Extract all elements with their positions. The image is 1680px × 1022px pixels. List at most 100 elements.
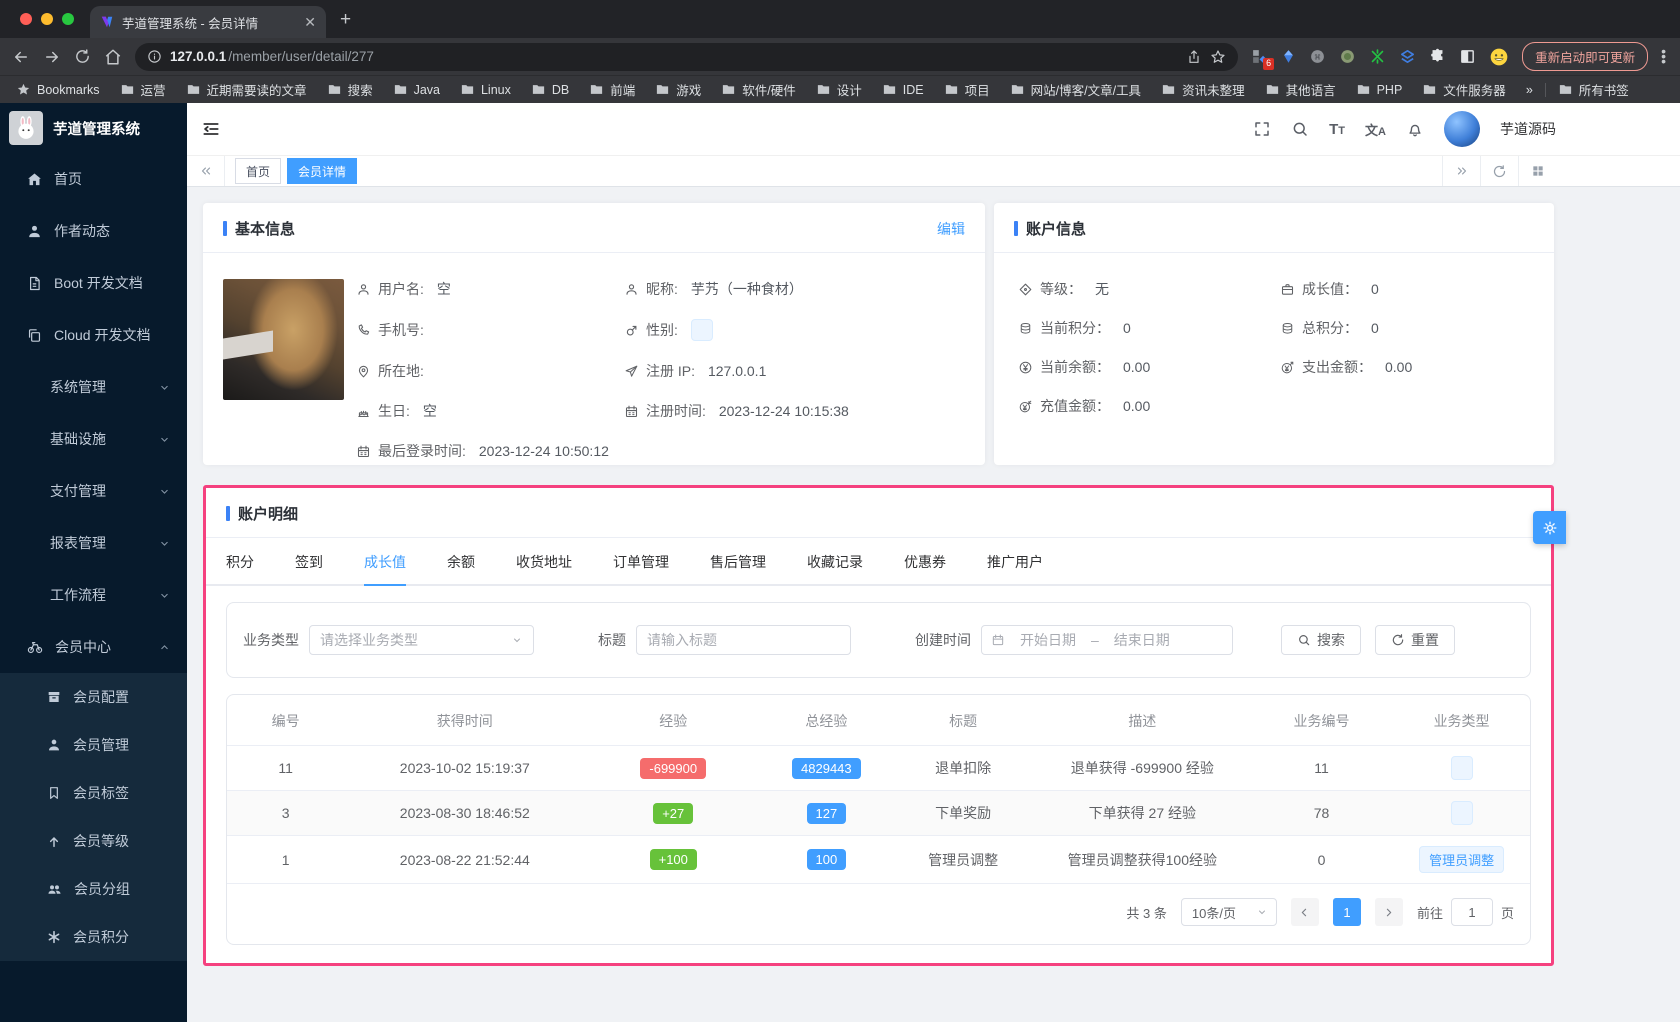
font-size-icon[interactable]: TT xyxy=(1329,121,1345,138)
bookmark-folder[interactable]: PHP xyxy=(1356,82,1402,97)
bookmark-folder[interactable]: 运营 xyxy=(120,80,166,99)
close-window-button[interactable] xyxy=(20,13,32,25)
sidebar-item-member-points[interactable]: 会员积分 xyxy=(0,913,187,961)
sidebar-item-member-config[interactable]: 会员配置 xyxy=(0,673,187,721)
home-icon[interactable] xyxy=(104,48,122,66)
collapse-sidebar-icon[interactable] xyxy=(201,119,221,139)
browser-tab[interactable]: 芋道管理系统 - 会员详情 ✕ xyxy=(90,6,326,38)
extension-puzzle-icon[interactable] xyxy=(1429,48,1446,65)
bookmark-folder[interactable]: Linux xyxy=(460,82,511,97)
app-logo[interactable]: 芋道管理系统 xyxy=(0,103,187,153)
extension-panel-icon[interactable] xyxy=(1459,48,1476,65)
tab-aftersale[interactable]: 售后管理 xyxy=(710,552,766,584)
sidebar-item-home[interactable]: 首页 xyxy=(0,153,187,205)
bookmarks-manager[interactable]: Bookmarks xyxy=(16,82,100,97)
bicycle-icon xyxy=(26,638,44,656)
sidebar-group-system[interactable]: 系统管理 xyxy=(0,361,187,413)
sidebar-group-infra[interactable]: 基础设施 xyxy=(0,413,187,465)
new-tab-button[interactable]: + xyxy=(340,10,351,29)
sidebar-item-cloud-docs[interactable]: Cloud 开发文档 xyxy=(0,309,187,361)
extension-green-dot-icon[interactable] xyxy=(1339,48,1356,65)
reset-button[interactable]: 重置 xyxy=(1375,625,1455,655)
start-date-input[interactable] xyxy=(1011,632,1085,648)
bookmark-folder[interactable]: 文件服务器 xyxy=(1422,80,1506,99)
extension-cmd-icon[interactable]: ⌘ xyxy=(1309,48,1326,65)
bookmark-folder[interactable]: 项目 xyxy=(944,80,990,99)
translate-icon[interactable]: 文A xyxy=(1365,120,1386,139)
sidebar-item-boot-docs[interactable]: Boot 开发文档 xyxy=(0,257,187,309)
extension-grid-icon[interactable]: 6 xyxy=(1251,48,1275,70)
bookmark-folder[interactable]: Java xyxy=(393,82,440,97)
minimize-window-button[interactable] xyxy=(41,13,53,25)
bookmark-folder[interactable]: DB xyxy=(531,82,569,97)
tags-scroll-right-icon[interactable] xyxy=(1442,156,1480,186)
sidebar-group-workflow[interactable]: 工作流程 xyxy=(0,569,187,621)
search-icon[interactable] xyxy=(1291,120,1309,138)
prev-page-icon[interactable] xyxy=(1290,898,1319,926)
tab-address[interactable]: 收货地址 xyxy=(516,552,572,584)
bookmark-folder[interactable]: 资讯未整理 xyxy=(1161,80,1245,99)
current-page-button[interactable]: 1 xyxy=(1332,898,1361,926)
browser-update-button[interactable]: 重新启动即可更新 xyxy=(1522,42,1649,71)
all-bookmarks[interactable]: 所有书签 xyxy=(1558,80,1629,99)
tag-member-detail[interactable]: 会员详情 xyxy=(287,158,358,184)
sidebar-group-report[interactable]: 报表管理 xyxy=(0,517,187,569)
tab-close-icon[interactable]: ✕ xyxy=(304,14,316,31)
address-bar[interactable]: 127.0.0.1 /member/user/detail/277 xyxy=(135,42,1239,71)
refresh-page-icon[interactable] xyxy=(1480,156,1518,186)
sidebar-group-payment[interactable]: 支付管理 xyxy=(0,465,187,517)
page-size-select[interactable]: 10条/页 xyxy=(1180,898,1277,926)
sidebar-item-author-news[interactable]: 作者动态 xyxy=(0,205,187,257)
theme-settings-button[interactable] xyxy=(1533,511,1566,544)
tab-favorites[interactable]: 收藏记录 xyxy=(807,552,863,584)
tab-growth[interactable]: 成长值 xyxy=(364,552,406,586)
layout-grid-icon[interactable] xyxy=(1518,156,1556,186)
bookmarks-overflow-chevron[interactable]: » xyxy=(1526,83,1533,97)
bookmark-folder[interactable]: 搜索 xyxy=(327,80,373,99)
sidebar-item-member-level[interactable]: 会员等级 xyxy=(0,817,187,865)
date-range-picker[interactable]: – xyxy=(981,625,1233,655)
bookmark-folder[interactable]: IDE xyxy=(882,82,924,97)
site-info-icon[interactable] xyxy=(147,49,162,64)
tab-balance[interactable]: 余额 xyxy=(447,552,475,584)
tab-signin[interactable]: 签到 xyxy=(295,552,323,584)
bookmark-folder[interactable]: 网站/博客/文章/工具 xyxy=(1010,80,1141,99)
tab-coupons[interactable]: 优惠券 xyxy=(904,552,946,584)
user-avatar[interactable] xyxy=(1444,111,1480,147)
bookmark-star-icon[interactable] xyxy=(1210,49,1226,65)
notification-bell-icon[interactable] xyxy=(1406,120,1424,138)
browser-menu-icon[interactable]: • • • xyxy=(1661,44,1666,67)
bookmark-folder[interactable]: 其他语言 xyxy=(1265,80,1336,99)
fullscreen-icon[interactable] xyxy=(1253,120,1271,138)
forward-icon[interactable] xyxy=(43,48,61,66)
edit-button[interactable]: 编辑 xyxy=(937,219,965,239)
zoom-window-button[interactable] xyxy=(62,13,74,25)
tab-points[interactable]: 积分 xyxy=(226,552,254,584)
sidebar-item-member-group[interactable]: 会员分组 xyxy=(0,865,187,913)
reload-icon[interactable] xyxy=(74,48,91,65)
bookmark-folder[interactable]: 游戏 xyxy=(655,80,701,99)
bookmark-folder[interactable]: 前端 xyxy=(589,80,635,99)
biz-type-select[interactable]: 请选择业务类型 xyxy=(309,625,534,655)
back-icon[interactable] xyxy=(12,48,30,66)
sidebar-item-member-tag[interactable]: 会员标签 xyxy=(0,769,187,817)
tab-promoted-users[interactable]: 推广用户 xyxy=(987,552,1043,584)
pagination-goto-input[interactable] xyxy=(1450,898,1493,926)
profile-avatar-emoji[interactable] xyxy=(1489,47,1509,67)
tag-home[interactable]: 首页 xyxy=(235,158,282,184)
tags-scroll-left-icon[interactable] xyxy=(187,156,225,186)
next-page-icon[interactable] xyxy=(1374,898,1403,926)
bookmark-folder[interactable]: 近期需要读的文章 xyxy=(186,80,307,99)
extension-layers-icon[interactable] xyxy=(1399,48,1416,65)
tab-orders[interactable]: 订单管理 xyxy=(613,552,669,584)
end-date-input[interactable] xyxy=(1104,632,1179,648)
sidebar-group-member-center[interactable]: 会员中心 xyxy=(0,621,187,673)
bookmark-folder[interactable]: 软件/硬件 xyxy=(721,80,796,99)
extension-gem-icon[interactable] xyxy=(1281,48,1296,65)
sidebar-item-member-manage[interactable]: 会员管理 xyxy=(0,721,187,769)
extension-star-icon[interactable] xyxy=(1369,48,1386,65)
bookmark-folder[interactable]: 设计 xyxy=(816,80,862,99)
title-filter-input[interactable] xyxy=(636,625,851,655)
share-icon[interactable] xyxy=(1186,49,1202,65)
search-button[interactable]: 搜索 xyxy=(1281,625,1361,655)
